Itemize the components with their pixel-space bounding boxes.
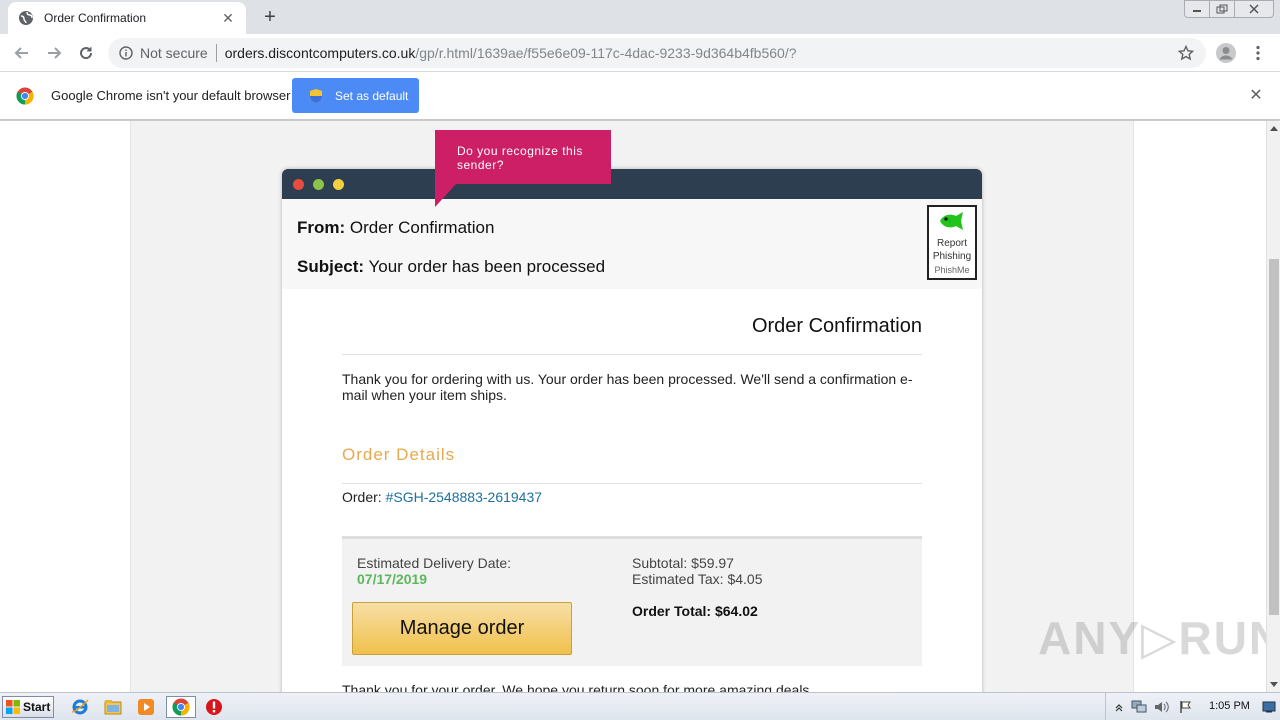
tab-close-icon[interactable]: ✕ xyxy=(220,10,236,27)
order-number-line: Order: #SGH-2548883-2619437 xyxy=(342,489,922,505)
start-button[interactable]: Start xyxy=(2,696,54,718)
from-value: Order Confirmation xyxy=(349,218,495,237)
order-summary-box: Estimated Delivery Date: 07/17/2019 Subt… xyxy=(342,536,922,666)
windows-flag-icon xyxy=(6,700,20,714)
report-phishing-button[interactable]: Report Phishing PhishMe xyxy=(927,205,977,280)
arrow-left-icon xyxy=(14,47,28,59)
infobar-message: Google Chrome isn't your default browser xyxy=(51,88,291,103)
url-host: orders.discontcomputers.co.uk xyxy=(224,45,416,61)
file-explorer-icon[interactable] xyxy=(100,696,126,718)
tab-order-confirmation[interactable]: Order Confirmation ✕ xyxy=(8,2,246,34)
window-close-button[interactable] xyxy=(1234,0,1274,18)
profile-button[interactable] xyxy=(1212,39,1240,67)
stop-sign-icon[interactable] xyxy=(201,696,227,718)
fish-icon xyxy=(940,212,963,230)
internet-explorer-icon[interactable] xyxy=(67,696,93,718)
anyrun-watermark: ANY▷RUN xyxy=(1038,612,1266,664)
delivery-label: Estimated Delivery Date: xyxy=(357,555,512,571)
minimize-button[interactable] xyxy=(1184,0,1210,18)
avatar-icon xyxy=(1216,43,1236,63)
email-header: From: Order Confirmation Subject: Your o… xyxy=(282,199,982,289)
tooltip-pointer xyxy=(435,183,457,207)
order-details-heading: Order Details xyxy=(342,445,922,484)
address-bar[interactable]: Not secure orders.discontcomputers.co.uk… xyxy=(108,38,1206,68)
from-line: From: Order Confirmation xyxy=(297,218,494,238)
red-dot-icon xyxy=(293,178,304,190)
green-dot-icon xyxy=(313,178,324,190)
globe-icon xyxy=(18,10,34,26)
back-button[interactable] xyxy=(8,39,36,67)
from-label: From: xyxy=(297,218,346,237)
email-titlebar xyxy=(282,169,982,199)
media-player-icon[interactable] xyxy=(133,696,159,718)
scroll-down-arrow-icon[interactable] xyxy=(1267,678,1280,692)
reload-button[interactable] xyxy=(72,39,100,67)
email-mockup: From: Order Confirmation Subject: Your o… xyxy=(282,169,982,692)
delivery-column: Estimated Delivery Date: 07/17/2019 xyxy=(357,555,511,587)
browser-menu-button[interactable] xyxy=(1246,39,1270,67)
bookmark-star-button[interactable] xyxy=(1172,39,1200,67)
phishme-brand: PhishMe xyxy=(934,265,970,275)
arrow-right-icon xyxy=(48,47,62,59)
chrome-taskbar-icon[interactable] xyxy=(166,696,196,718)
report-phishing-line1: Report xyxy=(936,238,967,249)
clock[interactable]: 1:05 PM xyxy=(1209,700,1250,712)
closing-paragraph: Thank you for your order. We hope you re… xyxy=(342,682,814,692)
maximize-button[interactable] xyxy=(1209,0,1235,18)
delivery-date: 07/17/2019 xyxy=(357,571,428,587)
volume-icon[interactable] xyxy=(1153,699,1169,715)
url-path: /gp/r.html/1639ae/f55e6e09-117c-4dac-923… xyxy=(415,45,797,61)
tab-title: Order Confirmation xyxy=(44,11,147,25)
chevron-up-icon[interactable] xyxy=(1111,699,1127,715)
scrollbar-thumb[interactable] xyxy=(1269,259,1279,615)
yellow-dot-icon xyxy=(333,178,344,190)
default-browser-infobar: Google Chrome isn't your default browser… xyxy=(0,72,1280,120)
star-icon xyxy=(1178,45,1194,61)
network-icon[interactable] xyxy=(1131,699,1147,715)
divider xyxy=(215,44,217,62)
email-body: Order Confirmation Thank you for orderin… xyxy=(282,289,982,692)
manage-order-button[interactable]: Manage order xyxy=(352,602,572,655)
vertical-scrollbar[interactable] xyxy=(1266,121,1280,692)
estimated-tax: Estimated Tax: $4.05 xyxy=(632,571,763,587)
tab-strip: Order Confirmation ✕ + xyxy=(0,0,1280,34)
security-label[interactable]: Not secure xyxy=(140,45,208,61)
show-desktop-icon[interactable] xyxy=(1261,699,1277,715)
windows-taskbar: Start 1:05 PM xyxy=(0,692,1280,720)
totals-column: Subtotal: $59.97 Estimated Tax: $4.05 Or… xyxy=(632,555,762,619)
reload-icon xyxy=(80,47,93,60)
thanks-paragraph: Thank you for ordering with us. Your ord… xyxy=(342,371,913,403)
start-label: Start xyxy=(23,700,51,714)
order-label: Order: xyxy=(342,489,382,505)
scroll-up-arrow-icon[interactable] xyxy=(1267,121,1280,135)
set-as-default-button[interactable]: Set as default xyxy=(292,78,419,113)
order-total: Order Total: $64.02 xyxy=(632,603,758,619)
page-viewport: From: Order Confirmation Subject: Your o… xyxy=(0,121,1266,692)
uac-shield-icon xyxy=(310,88,322,103)
browser-toolbar: Not secure orders.discontcomputers.co.uk… xyxy=(0,34,1280,72)
infobar-close-icon[interactable]: ✕ xyxy=(1246,86,1266,106)
info-icon[interactable] xyxy=(118,45,134,61)
subject-label: Subject: xyxy=(297,257,365,276)
subject-value: Your order has been processed xyxy=(368,257,606,276)
system-tray: 1:05 PM xyxy=(1105,693,1280,720)
chrome-logo-icon xyxy=(16,87,34,105)
report-phishing-line2: Phishing xyxy=(932,251,972,262)
subject-line: Subject: Your order has been processed xyxy=(297,257,605,277)
recognize-sender-tooltip: Do you recognize this sender? xyxy=(435,130,611,184)
order-number-link[interactable]: #SGH-2548883-2619437 xyxy=(386,489,542,505)
action-center-flag-icon[interactable] xyxy=(1178,699,1194,715)
more-vert-icon xyxy=(1256,45,1260,61)
order-confirmation-heading: Order Confirmation xyxy=(342,289,922,355)
new-tab-button[interactable]: + xyxy=(258,5,282,29)
forward-button[interactable] xyxy=(40,39,68,67)
subtotal: Subtotal: $59.97 xyxy=(632,555,734,571)
set-as-default-label: Set as default xyxy=(335,88,409,103)
